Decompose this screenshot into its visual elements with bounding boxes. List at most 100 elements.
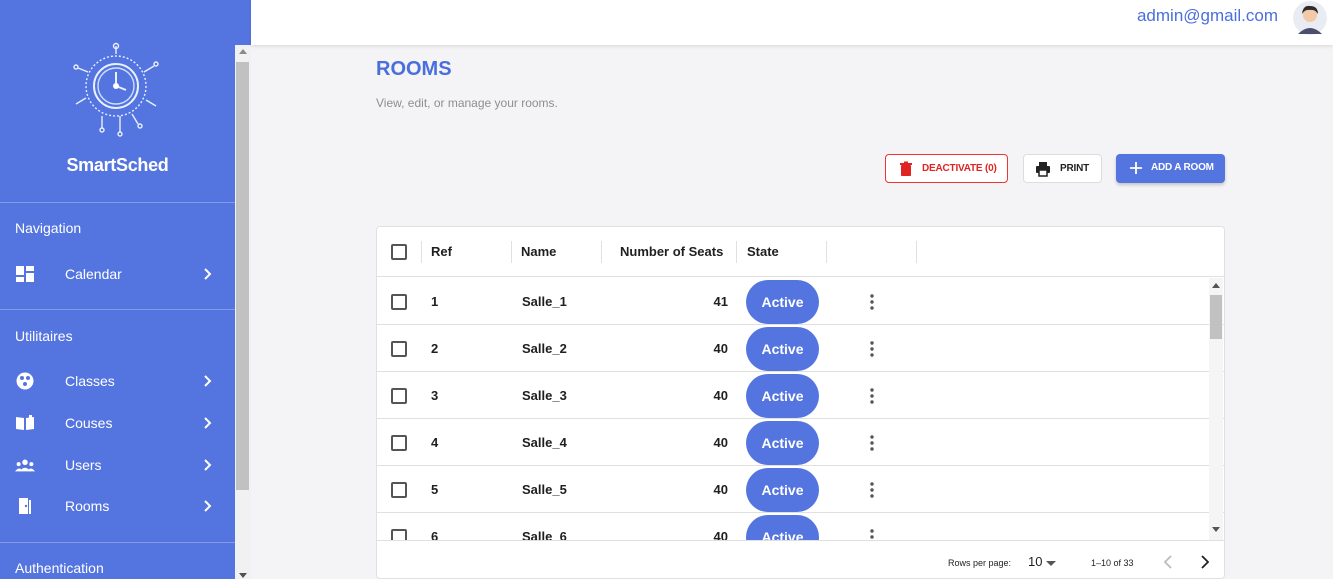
deactivate-button[interactable]: DEACTIVATE (0) [885,154,1008,183]
chevron-right-icon [204,500,212,512]
more-vert-icon[interactable] [870,388,874,404]
more-vert-icon[interactable] [870,529,874,540]
chevron-right-icon [204,268,212,280]
sidebar-content: SmartSched Navigation Calendar Utilitair… [0,0,235,579]
table-row[interactable]: 5 Salle_5 40 Active [377,466,1224,513]
column-header-ref[interactable]: Ref [431,244,452,259]
cell-ref: 6 [431,529,439,540]
state-badge[interactable]: Active [746,468,819,512]
sidebar-scrollbar-thumb[interactable] [236,62,249,490]
chevron-right-icon [204,459,212,471]
print-button[interactable]: PRINT [1023,154,1102,183]
page-subtitle: View, edit, or manage your rooms. [376,96,558,110]
cell-name: Salle_3 [522,388,567,403]
cell-name: Salle_6 [522,529,567,540]
brand-name: SmartSched [66,155,169,175]
more-vert-icon[interactable] [870,294,874,310]
scroll-down-arrow-icon[interactable] [1212,527,1220,532]
table-row[interactable]: 6 Salle_6 40 Active [377,513,1224,540]
section-title-authentication: Authentication [15,560,104,576]
state-badge[interactable]: Active [746,327,819,371]
column-separator [736,241,737,263]
column-separator [916,241,917,263]
state-badge[interactable]: Active [746,280,819,324]
cell-name: Salle_2 [522,341,567,356]
sidebar: SmartSched Navigation Calendar Utilitair… [0,0,251,579]
row-checkbox[interactable] [391,388,407,404]
more-vert-icon[interactable] [870,341,874,357]
cell-ref: 1 [431,294,439,309]
sidebar-item-label: Users [65,457,102,473]
scroll-up-arrow-icon[interactable] [239,49,247,54]
column-separator [601,241,602,263]
cell-seats: 40 [713,341,728,356]
user-email[interactable]: admin@gmail.com [1137,6,1278,26]
table-row[interactable]: 1 Salle_1 41 Active [377,278,1224,325]
row-checkbox[interactable] [391,482,407,498]
scroll-down-arrow-icon[interactable] [239,573,247,578]
state-badge[interactable]: Active [746,421,819,465]
print-icon [1036,162,1050,177]
chevron-right-icon [204,417,212,429]
trash-icon [900,161,912,176]
table-row[interactable]: 2 Salle_2 40 Active [377,325,1224,372]
row-checkbox[interactable] [391,435,407,451]
cell-seats: 40 [713,435,728,450]
sidebar-item-label: Classes [65,373,115,389]
scroll-up-arrow-icon[interactable] [1212,283,1220,288]
cell-ref: 3 [431,388,439,403]
cell-seats: 40 [713,388,728,403]
sidebar-item-label: Rooms [65,498,110,514]
sidebar-item-classes[interactable]: Classes [0,364,235,398]
column-separator [511,241,512,263]
table-row[interactable]: 3 Salle_3 40 Active [377,372,1224,419]
row-checkbox[interactable] [391,341,407,357]
dashboard-icon [16,266,34,282]
sidebar-divider [0,542,235,543]
column-header-state[interactable]: State [747,244,779,259]
table-pagination: Rows per page: 10 1–10 of 33 [377,540,1224,578]
section-title-utilitaires: Utilitaires [15,328,73,344]
top-bar: admin@gmail.com [251,0,1333,45]
column-separator [826,241,827,263]
sidebar-item-calendar[interactable]: Calendar [0,257,235,291]
cell-seats: 41 [713,294,728,309]
cell-seats: 40 [713,482,728,497]
rooms-table: Ref Name Number of Seats State 1 Salle_1… [376,226,1225,579]
sidebar-item-couses[interactable]: Couses [0,406,235,440]
avatar[interactable] [1292,0,1328,36]
table-row[interactable]: 4 Salle_4 40 Active [377,419,1224,466]
row-checkbox[interactable] [391,529,407,540]
deactivate-label: DEACTIVATE (0) [922,163,997,174]
column-separator [421,241,422,263]
users-icon [15,459,35,472]
select-all-checkbox[interactable] [391,244,407,260]
sidebar-item-label: Calendar [65,266,122,282]
rows-per-page-select[interactable]: 10 [1028,554,1042,569]
door-icon [19,498,31,514]
add-room-label: ADD A ROOM [1151,162,1214,173]
rows-per-page-label: Rows per page: [948,558,1012,568]
cell-ref: 2 [431,341,439,356]
print-label: PRINT [1060,163,1090,174]
section-title-navigation: Navigation [15,220,82,236]
chevron-right-icon[interactable] [1200,555,1210,569]
state-badge[interactable]: Active [746,515,819,540]
more-vert-icon[interactable] [870,435,874,451]
table-scrollbar-thumb[interactable] [1210,295,1222,339]
sidebar-item-rooms[interactable]: Rooms [0,489,235,523]
chevron-left-icon[interactable] [1163,555,1173,569]
sidebar-item-users[interactable]: Users [0,448,235,482]
dropdown-caret-icon[interactable] [1046,561,1056,566]
sidebar-item-label: Couses [65,415,113,431]
column-header-seats[interactable]: Number of Seats [620,244,723,259]
row-checkbox[interactable] [391,294,407,310]
column-header-name[interactable]: Name [521,244,556,259]
cell-name: Salle_4 [522,435,567,450]
cell-name: Salle_5 [522,482,567,497]
more-vert-icon[interactable] [870,482,874,498]
cell-seats: 40 [713,529,728,540]
classes-icon [16,372,34,390]
state-badge[interactable]: Active [746,374,819,418]
add-room-button[interactable]: ADD A ROOM [1116,154,1225,183]
